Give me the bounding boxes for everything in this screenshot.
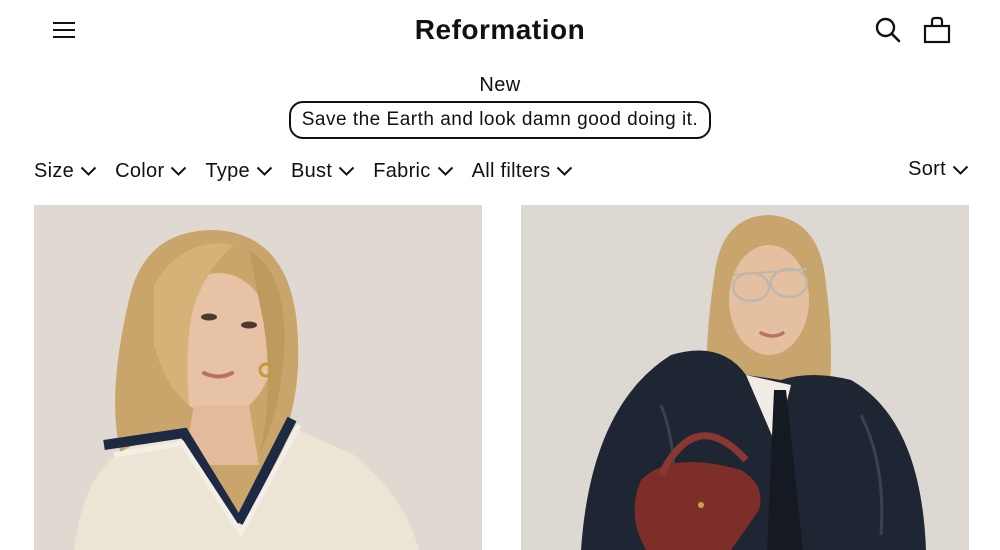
filter-label: Size: [34, 159, 75, 182]
search-icon[interactable]: [874, 16, 902, 44]
page: Reformation New Save the Earth and look …: [0, 0, 1000, 550]
brand-logo[interactable]: Reformation: [415, 14, 585, 45]
filter-color[interactable]: Color: [115, 158, 187, 184]
filter-type[interactable]: Type: [205, 158, 273, 184]
filter-label: Color: [115, 159, 165, 182]
chevron-down-icon: [80, 166, 97, 176]
menu-icon[interactable]: [52, 18, 76, 42]
bag-icon[interactable]: [922, 16, 952, 44]
product-card[interactable]: [521, 205, 969, 550]
filter-size[interactable]: Size: [34, 158, 97, 184]
filter-fabric[interactable]: Fabric: [373, 158, 453, 184]
product-image: [34, 205, 482, 550]
sort-button[interactable]: Sort: [908, 158, 969, 181]
filter-label: Fabric: [373, 159, 431, 182]
filter-bust[interactable]: Bust: [291, 158, 355, 184]
filter-all[interactable]: All filters: [472, 158, 574, 184]
chevron-down-icon: [338, 166, 355, 176]
site-header: Reformation: [0, 0, 1000, 62]
page-title: New: [479, 74, 521, 96]
sort-label: Sort: [908, 158, 946, 180]
chevron-down-icon: [557, 166, 573, 176]
chevron-down-icon: [437, 166, 453, 176]
chevron-down-icon: [256, 166, 273, 176]
product-image: [521, 205, 969, 550]
filter-bar: Size Color Type Bust Fabric All filters: [34, 158, 573, 184]
filter-label: Type: [205, 159, 250, 182]
chevron-down-icon: [952, 165, 969, 175]
tagline-banner: Save the Earth and look damn good doing …: [288, 101, 712, 139]
product-card[interactable]: [34, 205, 482, 550]
filter-label: All filters: [471, 159, 551, 182]
chevron-down-icon: [171, 166, 187, 176]
filter-label: Bust: [290, 159, 333, 182]
